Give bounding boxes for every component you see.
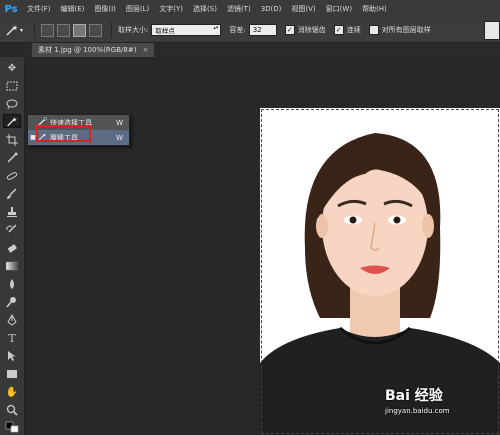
pen-tool-icon[interactable] xyxy=(3,313,21,327)
brush-tool-icon[interactable] xyxy=(3,187,21,201)
arrow-cursor-icon xyxy=(8,351,16,361)
clone-stamp-tool-icon[interactable] xyxy=(3,205,21,219)
pen-icon xyxy=(7,314,17,326)
intersect-selection-button[interactable] xyxy=(89,23,102,37)
menu-image[interactable]: 图像(I) xyxy=(89,4,121,14)
menu-layer[interactable]: 图层(L) xyxy=(121,4,154,14)
watermark-logo: Bai 经验 xyxy=(385,388,443,404)
droplet-icon xyxy=(10,279,14,289)
type-tool-icon[interactable]: T xyxy=(3,331,21,345)
menu-bar: Ps 文件(F) 编辑(E) 图像(I) 图层(L) 文字(Y) 选择(S) 滤… xyxy=(0,0,500,19)
antialias-label: 消除锯齿 xyxy=(297,26,326,34)
contiguous-label: 连续 xyxy=(346,26,361,34)
history-brush-icon xyxy=(6,224,17,233)
magic-wand-icon xyxy=(6,25,18,36)
new-selection-button[interactable] xyxy=(41,23,54,37)
stamp-icon xyxy=(7,207,17,217)
color-swatches-icon[interactable] xyxy=(3,420,21,434)
gradient-tool-icon[interactable] xyxy=(3,259,21,273)
subtract-from-selection-button[interactable] xyxy=(73,23,86,37)
magic-wand-tool-button[interactable] xyxy=(3,114,21,128)
menu-window[interactable]: 窗口(W) xyxy=(321,4,357,14)
divider xyxy=(111,22,112,38)
dodge-tool-icon[interactable] xyxy=(3,295,21,309)
refine-edge-button[interactable] xyxy=(484,21,500,40)
lasso-tool-icon[interactable] xyxy=(3,97,21,111)
all-layers-label: 对所有图层取样 xyxy=(381,26,431,34)
brush-icon xyxy=(7,188,17,199)
crop-icon xyxy=(6,134,18,146)
eyedropper-icon xyxy=(7,152,18,163)
menu-select[interactable]: 选择(S) xyxy=(188,4,222,14)
crop-tool-icon[interactable] xyxy=(3,133,21,147)
menu-file[interactable]: 文件(F) xyxy=(22,4,56,14)
all-layers-option[interactable]: 对所有图层取样 xyxy=(368,25,431,35)
healing-brush-tool-icon[interactable] xyxy=(3,169,21,183)
shortcut-key: W xyxy=(116,133,123,142)
tools-panel: ✥ T ✋ xyxy=(0,57,25,435)
tool-preset-picker[interactable]: ▾ xyxy=(0,20,28,40)
hand-tool-icon[interactable]: ✋ xyxy=(3,385,21,399)
lasso-icon xyxy=(6,99,18,109)
watermark-url: jingyan.baidu.com xyxy=(385,407,450,415)
gradient-icon xyxy=(6,261,18,271)
close-icon[interactable]: × xyxy=(142,46,148,54)
menu-3d[interactable]: 3D(D) xyxy=(256,5,287,13)
menu-edit[interactable]: 编辑(E) xyxy=(56,4,90,14)
all-layers-checkbox[interactable] xyxy=(368,25,379,35)
blur-tool-icon[interactable] xyxy=(3,277,21,291)
baidu-jingyan-watermark: Bai 经验 jingyan.baidu.com xyxy=(385,385,495,429)
document-tab-title: 素材 1.jpg @ 100%(RGB/8#) xyxy=(38,46,137,54)
sample-size-label: 取样大小: xyxy=(118,26,149,34)
sample-size-value: 取样点 xyxy=(155,27,175,35)
photoshop-logo: Ps xyxy=(4,3,18,15)
path-selection-tool-icon[interactable] xyxy=(3,349,21,363)
tolerance-value: 32 xyxy=(252,26,262,34)
antialias-checkbox[interactable]: ✓ xyxy=(284,25,295,35)
options-bar: ▾ 取样大小: 取样点 容差: 32 ✓ 消除锯齿 ✓ 连续 对所有图层取样 xyxy=(0,18,500,43)
rectangle-shape-icon xyxy=(7,370,17,378)
menu-view[interactable]: 视图(V) xyxy=(286,4,320,14)
zoom-tool-icon[interactable] xyxy=(3,403,21,417)
dodge-icon xyxy=(6,297,16,308)
sample-size-select[interactable]: 取样点 xyxy=(151,24,222,36)
marquee-tool-icon[interactable] xyxy=(3,79,21,93)
move-tool-icon[interactable]: ✥ xyxy=(3,61,21,75)
history-brush-tool-icon[interactable] xyxy=(3,223,21,237)
antialias-option[interactable]: ✓ 消除锯齿 xyxy=(284,25,326,35)
divider xyxy=(34,22,35,38)
document-tab[interactable]: 素材 1.jpg @ 100%(RGB/8#) × xyxy=(32,43,155,57)
menu-type[interactable]: 文字(Y) xyxy=(154,4,188,14)
foreground-background-icon xyxy=(5,421,19,433)
menu-filter[interactable]: 滤镜(T) xyxy=(222,4,256,14)
menu-help[interactable]: 帮助(H) xyxy=(357,4,392,14)
chevron-down-icon: ▾ xyxy=(19,26,23,34)
bandage-icon xyxy=(6,172,18,180)
rectangle-marquee-icon xyxy=(6,81,18,91)
eraser-tool-icon[interactable] xyxy=(3,241,21,255)
highlight-annotation-box xyxy=(36,125,91,142)
shape-tool-icon[interactable] xyxy=(3,367,21,381)
contiguous-option[interactable]: ✓ 连续 xyxy=(333,25,361,35)
tolerance-input[interactable]: 32 xyxy=(248,24,277,36)
contiguous-checkbox[interactable]: ✓ xyxy=(333,25,344,35)
add-to-selection-button[interactable] xyxy=(57,23,70,37)
magnifier-icon xyxy=(6,404,18,416)
eraser-icon xyxy=(7,244,17,253)
document-tab-bar: 素材 1.jpg @ 100%(RGB/8#) × xyxy=(24,43,500,57)
magic-wand-icon xyxy=(7,116,17,126)
tolerance-label: 容差: xyxy=(229,26,246,34)
shortcut-key: W xyxy=(116,118,123,127)
eyedropper-tool-icon[interactable] xyxy=(3,151,21,165)
